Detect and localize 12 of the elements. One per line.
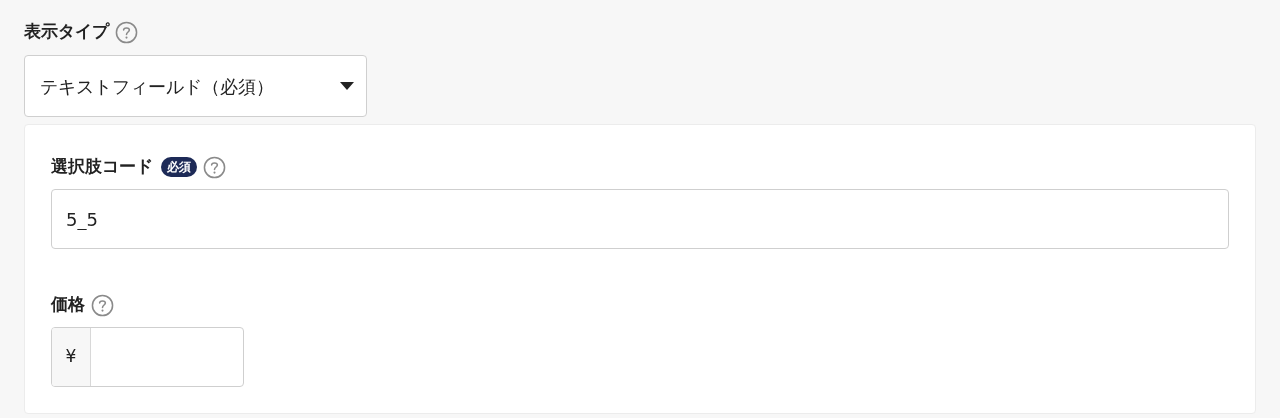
field-label: 選択肢コード — [51, 155, 153, 179]
field-label: 価格 — [51, 293, 85, 317]
field-label: 表示タイプ — [24, 20, 109, 44]
price-field[interactable]: ¥ — [51, 327, 244, 387]
currency-prefix: ¥ — [52, 328, 91, 386]
required-badge: 必須 — [161, 157, 197, 177]
caret-icon — [340, 81, 354, 91]
help-icon[interactable] — [203, 155, 226, 179]
help-icon[interactable] — [115, 20, 138, 44]
dropdown[interactable]: テキストフィールド（必須） — [24, 55, 367, 117]
input-field[interactable]: 5_5 — [51, 189, 1229, 249]
help-icon[interactable] — [91, 293, 114, 317]
